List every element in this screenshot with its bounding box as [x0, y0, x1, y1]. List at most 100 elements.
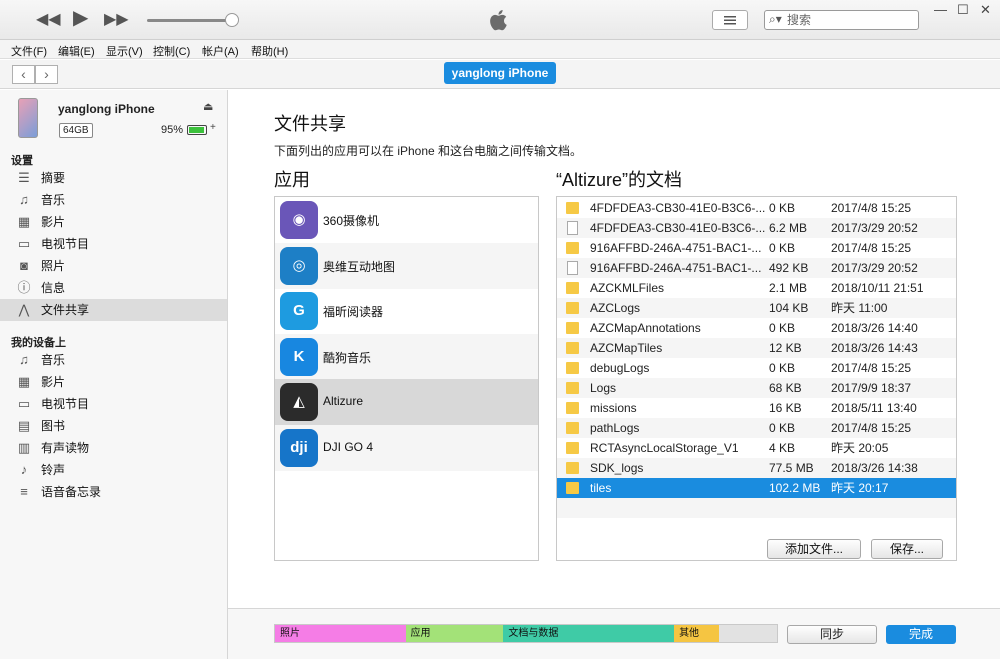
device-item[interactable]: ▥ 有声读物 — [0, 437, 227, 459]
device-item[interactable]: ▤ 图书 — [0, 415, 227, 437]
document-date: 2018/3/26 14:38 — [831, 461, 918, 475]
folder-icon — [566, 442, 579, 454]
document-size: 68 KB — [769, 381, 802, 395]
document-name: 916AFFBD-246A-4751-BAC1-... — [590, 261, 762, 275]
page-description: 下面列出的应用可以在 iPhone 和这台电脑之间传输文档。 — [274, 144, 583, 158]
settings-item[interactable]: ◙ 照片 — [0, 255, 227, 277]
sync-button[interactable]: 同步 — [787, 625, 877, 644]
document-name: pathLogs — [590, 421, 640, 435]
audiobook-icon: ▥ — [17, 440, 31, 455]
document-row[interactable]: AZCMapTiles 12 KB 2018/3/26 14:43 — [557, 338, 956, 358]
device-item[interactable]: ♪ 铃声 — [0, 459, 227, 481]
menu-account[interactable]: 帐户(A) — [202, 43, 239, 59]
music-icon: ♫ — [19, 352, 29, 367]
settings-item[interactable]: ▦ 影片 — [0, 211, 227, 233]
document-name: debugLogs — [590, 361, 650, 375]
app-row[interactable]: ◭ Altizure — [275, 379, 538, 426]
document-name: AZCMapTiles — [590, 341, 663, 355]
document-row[interactable]: 4FDFDEA3-CB30-41E0-B3C6-... 0 KB 2017/4/8 … — [557, 198, 956, 218]
document-size: 77.5 MB — [769, 461, 814, 475]
document-name: AZCLogs — [590, 301, 641, 315]
settings-item[interactable]: ☰ 摘要 — [0, 167, 227, 189]
storage-segment: 照片 — [275, 625, 406, 642]
search-input[interactable]: 搜索 — [764, 10, 919, 30]
settings-item[interactable]: ⓘ 信息 — [0, 277, 227, 299]
app-icon: ◉ — [280, 201, 318, 239]
document-row[interactable]: SDK_logs 77.5 MB 2018/3/26 14:38 — [557, 458, 956, 478]
close-icon[interactable]: ✕ — [980, 2, 991, 18]
device-item[interactable]: ▭ 电视节目 — [0, 393, 227, 415]
document-date: 2017/3/29 20:52 — [831, 261, 918, 275]
document-date: 2018/5/11 13:40 — [831, 401, 917, 415]
add-file-button[interactable]: 添加文件... — [767, 539, 861, 559]
menu-bar: 文件(F) 编辑(E) 显示(V) 控制(C) 帐户(A) 帮助(H) — [0, 40, 1000, 59]
menu-file[interactable]: 文件(F) — [11, 43, 47, 59]
app-row[interactable]: ◎ 奥维互动地图 — [275, 242, 538, 289]
volume-slider-knob[interactable] — [225, 13, 239, 27]
document-row[interactable]: AZCMapAnnotations 0 KB 2018/3/26 14:40 — [557, 318, 956, 338]
device-item[interactable]: ♫ 音乐 — [0, 349, 227, 371]
document-row[interactable]: tiles 102.2 MB 昨天 20:17 — [557, 478, 956, 498]
volume-slider[interactable] — [147, 19, 237, 22]
save-button[interactable]: 保存... — [871, 539, 943, 559]
list-view-button[interactable] — [712, 10, 748, 30]
back-button[interactable]: ‹ — [12, 65, 35, 84]
document-row[interactable]: 916AFFBD-246A-4751-BAC1-... 0 KB 2017/4/8 … — [557, 238, 956, 258]
document-size: 4 KB — [769, 441, 796, 455]
summary-icon: ☰ — [18, 170, 30, 185]
document-row[interactable]: AZCLogs 104 KB 昨天 11:00 — [557, 298, 956, 318]
document-row[interactable]: 916AFFBD-246A-4751-BAC1-... 492 KB 2017/3/… — [557, 258, 956, 278]
document-row[interactable]: debugLogs 0 KB 2017/4/8 15:25 — [557, 358, 956, 378]
folder-icon — [566, 422, 579, 434]
document-row[interactable]: missions 16 KB 2018/5/11 13:40 — [557, 398, 956, 418]
done-button[interactable]: 完成 — [886, 625, 956, 644]
settings-item-label: 文件共享 — [41, 303, 90, 317]
menu-edit[interactable]: 编辑(E) — [58, 43, 95, 59]
document-row[interactable]: RCTAsyncLocalStorage_V1 4 KB 昨天 20:05 — [557, 438, 956, 458]
device-item-label: 图书 — [41, 419, 66, 433]
document-name: 4FDFDEA3-CB30-41E0-B3C6-... — [590, 221, 765, 235]
documents-heading: “Altizure”的文档 — [556, 170, 683, 190]
apple-logo-icon — [490, 10, 507, 31]
document-row[interactable]: pathLogs 0 KB 2017/4/8 15:25 — [557, 418, 956, 438]
app-icon: K — [280, 337, 318, 376]
menu-view[interactable]: 显示(V) — [106, 43, 143, 59]
file-icon — [567, 221, 578, 235]
settings-item[interactable]: ♫ 音乐 — [0, 189, 227, 211]
app-row[interactable]: G 福昕阅读器 — [275, 288, 538, 334]
app-row[interactable]: dji DJI GO 4 — [275, 425, 538, 471]
maximize-icon[interactable]: ☐ — [957, 2, 969, 18]
rewind-icon[interactable]: ◀◀ — [36, 11, 61, 29]
device-button[interactable]: yanglong iPhone — [444, 62, 556, 84]
menu-help[interactable]: 帮助(H) — [251, 43, 288, 59]
charging-icon: + — [210, 122, 216, 133]
eject-icon[interactable]: ⏏ — [203, 100, 213, 113]
app-row[interactable]: ◉ 360摄像机 — [275, 197, 538, 243]
document-size: 104 KB — [769, 301, 809, 315]
folder-icon — [566, 202, 579, 214]
device-item[interactable]: ≡ 语音备忘录 — [0, 481, 227, 503]
document-date: 2017/4/8 15:25 — [831, 361, 912, 375]
forward-button[interactable]: › — [35, 65, 58, 84]
folder-icon — [566, 462, 579, 474]
minimize-icon[interactable]: — — [934, 2, 947, 17]
document-row[interactable]: AZCKMLFiles 2.1 MB 2018/10/11 21:51 — [557, 278, 956, 298]
fast-forward-icon[interactable]: ▶▶ — [104, 11, 129, 29]
app-icon: ◎ — [280, 246, 318, 285]
document-row[interactable]: 4FDFDEA3-CB30-41E0-B3C6-... 6.2 MB 2017/3/… — [557, 218, 956, 238]
settings-item[interactable]: ▭ 电视节目 — [0, 233, 227, 255]
settings-item[interactable]: ⋀ 文件共享 — [0, 299, 227, 321]
sidebar: yanglong iPhone ⏏ 64GB 95% + 设置 ☰ 摘要 ♫ 音乐 ▦ 影… — [0, 90, 228, 659]
play-icon[interactable]: ▶ — [73, 8, 88, 28]
tv-icon: ▭ — [17, 396, 31, 411]
folder-icon — [566, 242, 579, 254]
settings-item-label: 照片 — [41, 259, 66, 273]
menu-control[interactable]: 控制(C) — [153, 43, 190, 59]
device-item-label: 音乐 — [41, 353, 66, 367]
app-name: 奥维互动地图 — [323, 259, 396, 274]
document-row[interactable]: Logs 68 KB 2017/9/9 18:37 — [557, 378, 956, 398]
app-row[interactable]: K 酷狗音乐 — [275, 333, 538, 380]
film-icon: ▦ — [17, 374, 31, 389]
device-item[interactable]: ▦ 影片 — [0, 371, 227, 393]
settings-item-label: 音乐 — [41, 193, 66, 207]
